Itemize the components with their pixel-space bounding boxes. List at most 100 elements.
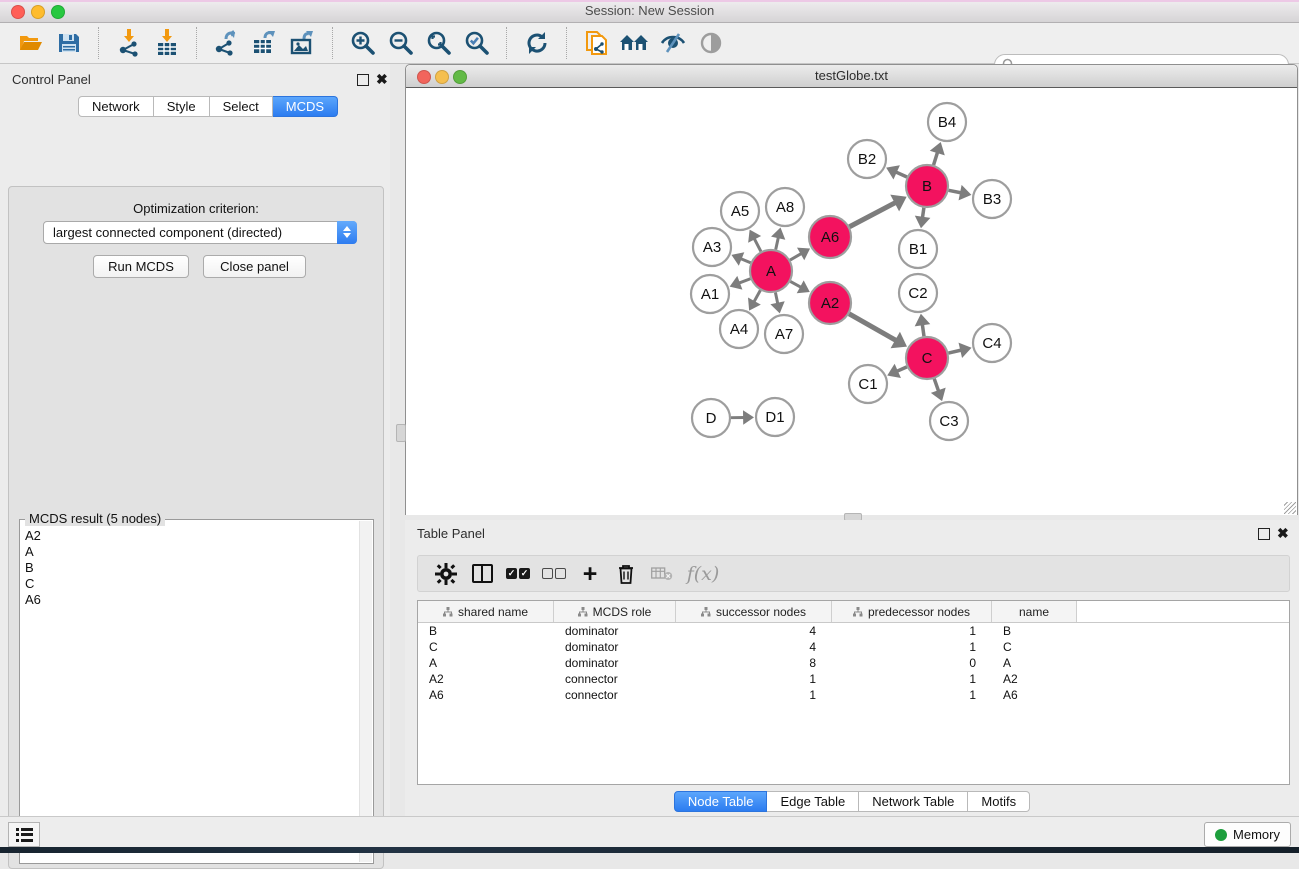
graph-node-d[interactable]: D: [692, 399, 730, 437]
tab-edge-table[interactable]: Edge Table: [767, 791, 859, 812]
memory-label: Memory: [1233, 827, 1280, 842]
graph-node-c[interactable]: C: [906, 337, 948, 379]
graph-node-c1[interactable]: C1: [849, 365, 887, 403]
graph-node-c3[interactable]: C3: [930, 402, 968, 440]
memory-button[interactable]: Memory: [1204, 822, 1291, 847]
mcds-result-list[interactable]: A2ABCA6: [22, 528, 359, 861]
graph-edge[interactable]: [849, 202, 896, 227]
import-table-icon[interactable]: [150, 26, 184, 60]
tab-network[interactable]: Network: [78, 96, 154, 117]
column-header-name[interactable]: name: [992, 601, 1077, 622]
tab-node-table[interactable]: Node Table: [674, 791, 768, 812]
graph-node-a[interactable]: A: [750, 250, 792, 292]
result-item[interactable]: B: [22, 560, 359, 576]
zoom-selected-icon[interactable]: [460, 26, 494, 60]
result-item[interactable]: A6: [22, 592, 359, 608]
export-table-icon[interactable]: [248, 26, 282, 60]
graph-node-a5[interactable]: A5: [721, 192, 759, 230]
tab-select[interactable]: Select: [210, 96, 273, 117]
import-network-icon[interactable]: [112, 26, 146, 60]
table-panel-close-icon[interactable]: ✖: [1277, 525, 1289, 542]
result-scrollbar[interactable]: [359, 521, 372, 862]
result-item[interactable]: C: [22, 576, 359, 592]
open-file-icon[interactable]: [14, 26, 48, 60]
vertical-splitter-handle[interactable]: [396, 424, 406, 442]
export-network-icon[interactable]: [210, 26, 244, 60]
hide-panel-icon[interactable]: [656, 26, 690, 60]
graph-node-d1[interactable]: D1: [756, 398, 794, 436]
zoom-out-icon[interactable]: [384, 26, 418, 60]
graph-node-a2[interactable]: A2: [809, 282, 851, 324]
graph-node-a6[interactable]: A6: [809, 216, 851, 258]
graph-node-b3[interactable]: B3: [973, 180, 1011, 218]
function-builder-icon[interactable]: f(x): [680, 559, 726, 589]
bird-eye-icon[interactable]: [694, 26, 728, 60]
graph-edge[interactable]: [934, 151, 938, 165]
table-row[interactable]: Adominator80A: [418, 655, 1289, 671]
table-panel-float-icon[interactable]: [1258, 528, 1270, 540]
column-header-successor-nodes[interactable]: successor nodes: [676, 601, 832, 622]
tab-network-table[interactable]: Network Table: [859, 791, 968, 812]
zoom-in-icon[interactable]: [346, 26, 380, 60]
graph-edge[interactable]: [776, 236, 779, 249]
console-button[interactable]: [8, 822, 40, 847]
show-columns-icon[interactable]: [464, 559, 500, 589]
close-panel-icon[interactable]: ✖: [376, 71, 388, 88]
table-row[interactable]: A2connector11A2: [418, 671, 1289, 687]
graph-node-b2[interactable]: B2: [848, 140, 886, 178]
graph-edge[interactable]: [949, 190, 962, 193]
column-header-MCDS-role[interactable]: MCDS role: [554, 601, 676, 622]
export-image-icon[interactable]: [286, 26, 320, 60]
graph-edge[interactable]: [790, 253, 802, 260]
graph-node-a7[interactable]: A7: [765, 315, 803, 353]
delete-table-icon[interactable]: [644, 559, 680, 589]
graph-node-a4[interactable]: A4: [720, 310, 758, 348]
graph-node-c4[interactable]: C4: [973, 324, 1011, 362]
tab-motifs[interactable]: Motifs: [968, 791, 1030, 812]
zoom-fit-icon[interactable]: [422, 26, 456, 60]
table-row[interactable]: A6connector11A6: [418, 687, 1289, 703]
graph-edge[interactable]: [753, 290, 760, 303]
graph-node-b4[interactable]: B4: [928, 103, 966, 141]
graph-node-a3[interactable]: A3: [693, 228, 731, 266]
network-canvas[interactable]: A A1 A3A5A8 A4A7 A6 A2 B B1 B2 B3 B4 C C1 C2 C3 C4 D D1: [406, 88, 1297, 515]
column-header-predecessor-nodes[interactable]: predecessor nodes: [832, 601, 992, 622]
table-cell: 1: [676, 672, 832, 686]
graph-edge[interactable]: [948, 350, 962, 353]
delete-column-icon[interactable]: [608, 559, 644, 589]
graph-node-b[interactable]: B: [906, 165, 948, 207]
network-window-titlebar[interactable]: testGlobe.txt: [406, 65, 1297, 88]
clone-network-icon[interactable]: [580, 26, 614, 60]
table-settings-gear-icon[interactable]: [428, 559, 464, 589]
table-row[interactable]: Bdominator41B: [418, 623, 1289, 639]
svg-text:C3: C3: [939, 413, 958, 430]
graph-edge[interactable]: [849, 314, 897, 341]
result-item[interactable]: A: [22, 544, 359, 560]
home-layout-icon[interactable]: [618, 26, 652, 60]
save-session-icon[interactable]: [52, 26, 86, 60]
add-column-icon[interactable]: +: [572, 559, 608, 589]
edge-arrowhead-icon: [743, 410, 754, 425]
result-item[interactable]: A2: [22, 528, 359, 544]
graph-node-c2[interactable]: C2: [899, 274, 937, 312]
graph-edge[interactable]: [934, 379, 939, 392]
table-row[interactable]: Cdominator41C: [418, 639, 1289, 655]
graph-node-a8[interactable]: A8: [766, 188, 804, 226]
graph-node-b1[interactable]: B1: [899, 230, 937, 268]
select-all-columns-icon[interactable]: ✓✓: [500, 559, 536, 589]
tab-mcds[interactable]: MCDS: [273, 96, 338, 117]
criterion-dropdown[interactable]: largest connected component (directed): [43, 221, 357, 244]
graph-node-a1[interactable]: A1: [691, 275, 729, 313]
graph-edge[interactable]: [754, 238, 761, 252]
float-panel-icon[interactable]: [357, 74, 369, 86]
status-bar: Memory: [0, 816, 1299, 848]
column-header-shared-name[interactable]: shared name: [418, 601, 554, 622]
run-mcds-button[interactable]: Run MCDS: [93, 255, 189, 278]
refresh-layout-icon[interactable]: [520, 26, 554, 60]
unselect-all-columns-icon[interactable]: [536, 559, 572, 589]
table-cell: A6: [992, 688, 1077, 702]
close-panel-button[interactable]: Close panel: [203, 255, 306, 278]
column-namespace-icon: [578, 607, 588, 617]
tab-style[interactable]: Style: [154, 96, 210, 117]
resize-grip-icon[interactable]: [1284, 502, 1296, 514]
